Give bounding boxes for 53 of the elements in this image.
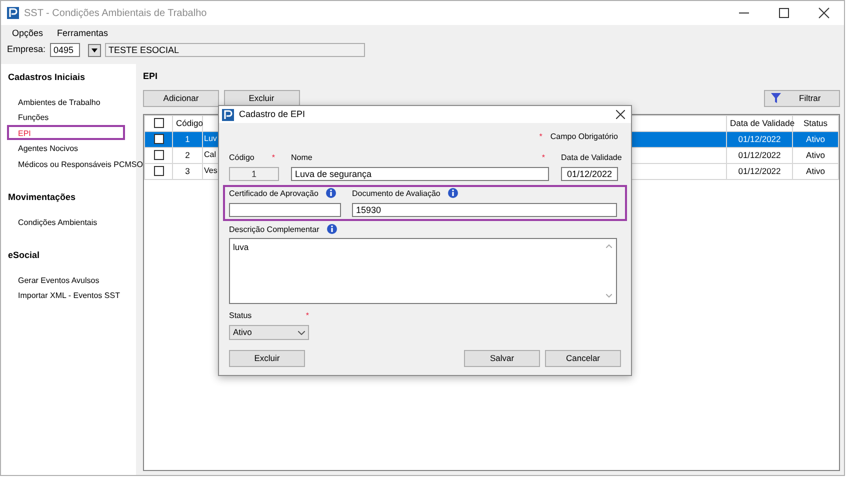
sidebar-item[interactable]: Condições Ambientais [7,214,125,229]
table-cell: 3 [172,163,202,179]
toolbar-button[interactable]: Excluir [224,90,300,106]
field-label: Nome [291,152,312,164]
field-label: Status [229,310,252,322]
table-cell: 01/12/2022 [726,163,792,179]
table-cell: 2 [172,147,202,163]
name-field[interactable]: Luva de segurança [291,167,549,181]
required-mark: * [272,152,275,164]
sidebar-item[interactable]: Gerar Eventos Avulsos [7,272,125,287]
delete-button[interactable]: Excluir [229,350,305,367]
table-cell: Ativo [792,147,838,163]
menu-item[interactable]: Ferramentas [57,27,108,38]
sidebar-heading: Movimentações [7,191,77,204]
table-cell: 01/12/2022 [726,147,792,163]
required-mark: * [539,131,542,143]
table-cell: Ativo [792,163,838,179]
sidebar-item[interactable]: EPI [7,124,125,140]
column-header[interactable]: Data de Validade [726,115,792,131]
sidebar-item[interactable]: Funções [7,109,125,124]
sidebar-item[interactable]: Ambientes de Trabalho [7,94,125,109]
required-mark: * [542,152,545,164]
field-label: Descrição Complementar [229,224,320,236]
column-header[interactable]: Código [172,115,202,131]
company-label: Empresa: [7,43,46,56]
table-cell: 01/12/2022 [726,131,792,147]
sidebar-heading: eSocial [7,249,41,262]
required-mark: * [306,310,309,322]
sidebar-item[interactable]: Agentes Nocivos [7,140,125,156]
toolbar-button[interactable]: Adicionar [143,90,219,106]
sidebar-item[interactable]: Médicos ou Responsáveis PCMSO [7,156,147,171]
table-cell: 1 [172,131,202,147]
dialog-title: Cadastro de EPI [239,108,306,121]
section-title: EPI [143,70,159,83]
menu-item[interactable]: Opções [12,27,44,38]
company-name-field: TESTE ESOCIAL [104,43,365,57]
code-field: 1 [229,167,279,181]
save-button[interactable]: Salvar [464,350,540,367]
window-title: SST - Condições Ambientais de Trabalho [24,6,207,20]
field-label: Certificado de Aprovação [229,188,318,200]
sidebar-heading: Cadastros Iniciais [7,71,86,84]
sidebar-item[interactable]: Importar XML - Eventos SST [7,287,125,302]
table-cell: Ativo [792,131,838,147]
document-field[interactable]: 15930 [352,203,617,217]
field-label: Documento de Avaliação [352,188,440,200]
company-code-field[interactable]: 0495 [50,43,80,57]
date-field[interactable]: 01/12/2022 [561,167,618,181]
filter-button[interactable]: Filtrar [764,90,840,106]
status-select[interactable]: Ativo [229,325,309,340]
required-note: Campo Obrigatório [550,131,618,143]
cancel-button[interactable]: Cancelar [545,350,621,367]
field-label: Código [229,152,254,164]
field-label: Data de Validade [561,152,622,164]
